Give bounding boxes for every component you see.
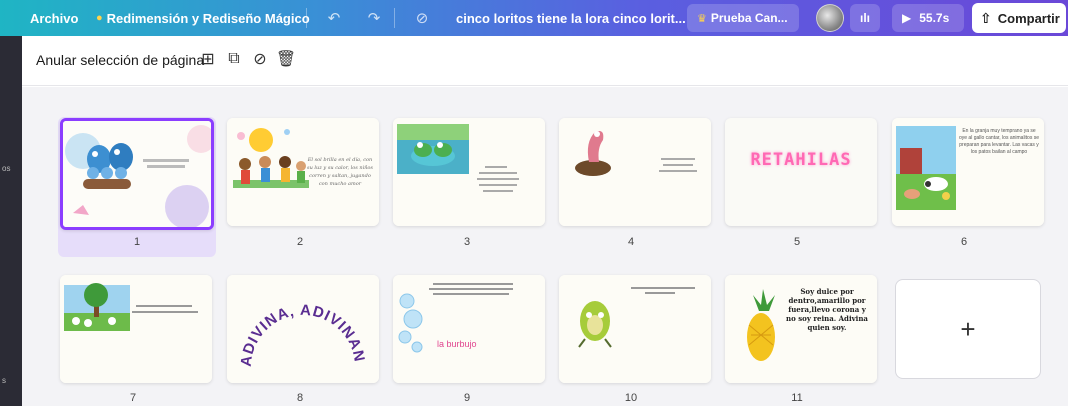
slide-11-text: Soy dulce por dentro,amarillo por fuera,… xyxy=(786,287,868,332)
page-number: 2 xyxy=(296,236,304,248)
left-panel-label: s xyxy=(2,376,6,385)
page-thumbnail-8[interactable]: ADIVINA, ADIVINANZA xyxy=(227,275,379,383)
left-panel-label: os xyxy=(2,164,11,173)
slide-7-art xyxy=(60,275,212,383)
top-bar: Archivo ● Redimensión y Rediseño Mágico … xyxy=(0,0,1068,36)
page-number: 10 xyxy=(624,392,638,404)
slide-9-art xyxy=(393,275,545,383)
page-number: 6 xyxy=(960,236,968,248)
slide-9-title: la burbujo xyxy=(437,339,477,349)
delete-page-icon[interactable]: 🗑 xyxy=(276,48,296,70)
add-page-icon[interactable]: ⊞ xyxy=(198,48,218,70)
page-number: 8 xyxy=(296,392,304,404)
present-button[interactable]: ▶ 55.7s xyxy=(892,4,964,32)
slide-4-art xyxy=(559,118,711,226)
page-number: 4 xyxy=(627,236,635,248)
hide-page-icon[interactable]: ⊘ xyxy=(250,48,270,70)
share-button[interactable]: ⇧ Compartir xyxy=(972,3,1066,33)
page-number: 9 xyxy=(463,392,471,404)
divider xyxy=(306,8,307,28)
archivo-menu[interactable]: Archivo xyxy=(30,0,78,36)
undo-icon[interactable]: ↶ xyxy=(324,8,344,28)
page-thumbnail-9[interactable]: la burbujo xyxy=(393,275,545,383)
share-icon: ⇧ xyxy=(980,9,992,26)
slide-3-art xyxy=(393,118,545,226)
page-thumbnail-10[interactable] xyxy=(559,275,711,383)
page-thumbnail-7[interactable] xyxy=(60,275,212,383)
trial-label: Prueba Can... xyxy=(710,11,788,25)
cloud-save-icon[interactable]: ⊘ xyxy=(412,8,432,28)
page-number: 3 xyxy=(463,236,471,248)
page-thumbnail-3[interactable] xyxy=(393,118,545,226)
page-thumbnail-2[interactable]: El sol brilla en el día, con su luz y su… xyxy=(227,118,379,226)
share-label: Compartir xyxy=(997,10,1060,26)
redo-icon[interactable]: ↷ xyxy=(364,8,384,28)
duplicate-page-icon[interactable]: ⧉ xyxy=(224,48,244,70)
trial-button[interactable]: ♛ Prueba Can... xyxy=(687,4,799,32)
deselect-page-button[interactable]: Anular selección de página xyxy=(36,52,204,68)
page-number: 11 xyxy=(791,392,803,404)
divider xyxy=(394,8,395,28)
add-page-button[interactable]: + xyxy=(895,279,1041,379)
magic-resize-label: Redimensión y Rediseño Mágico xyxy=(106,10,310,26)
slide-5-title: RETAHILAS xyxy=(750,150,852,170)
left-panel-strip: os s xyxy=(0,36,22,406)
duration-label: 55.7s xyxy=(919,11,950,25)
slide-10-art xyxy=(559,275,711,383)
page-thumbnail-5[interactable]: RETAHILAS xyxy=(725,118,877,226)
avatar[interactable] xyxy=(816,4,844,32)
page-number: 7 xyxy=(129,392,137,404)
play-icon: ▶ xyxy=(902,11,912,25)
slide-6-text: En la granja muy temprano ya se oye al g… xyxy=(958,128,1040,155)
page-thumbnail-11[interactable]: Soy dulce por dentro,amarillo por fuera,… xyxy=(725,275,877,383)
page-thumbnail-4[interactable] xyxy=(559,118,711,226)
crown-icon: ♛ xyxy=(697,12,707,25)
page-thumbnail-1[interactable] xyxy=(60,118,214,230)
slide-1-art xyxy=(63,121,211,227)
page-thumbnail-6[interactable]: En la granja muy temprano ya se oye al g… xyxy=(892,118,1044,226)
magic-resize-button[interactable]: ● Redimensión y Rediseño Mágico xyxy=(96,0,310,36)
slide-2-text: El sol brilla en el día, con su luz y su… xyxy=(307,157,373,187)
page-toolbar: Anular selección de página ⊞ ⧉ ⊘ 🗑 xyxy=(22,36,1068,86)
slide-8-art: ADIVINA, ADIVINANZA xyxy=(227,275,379,383)
crown-icon: ● xyxy=(96,12,103,24)
document-title[interactable]: cinco loritos tiene la lora cinco lorit.… xyxy=(456,0,686,36)
page-number: 1 xyxy=(133,236,141,248)
page-grid: 1 El sol brilla en el día, con su luz y … xyxy=(22,87,1068,406)
analytics-icon[interactable]: ılı xyxy=(850,4,880,32)
page-number: 5 xyxy=(793,236,801,248)
